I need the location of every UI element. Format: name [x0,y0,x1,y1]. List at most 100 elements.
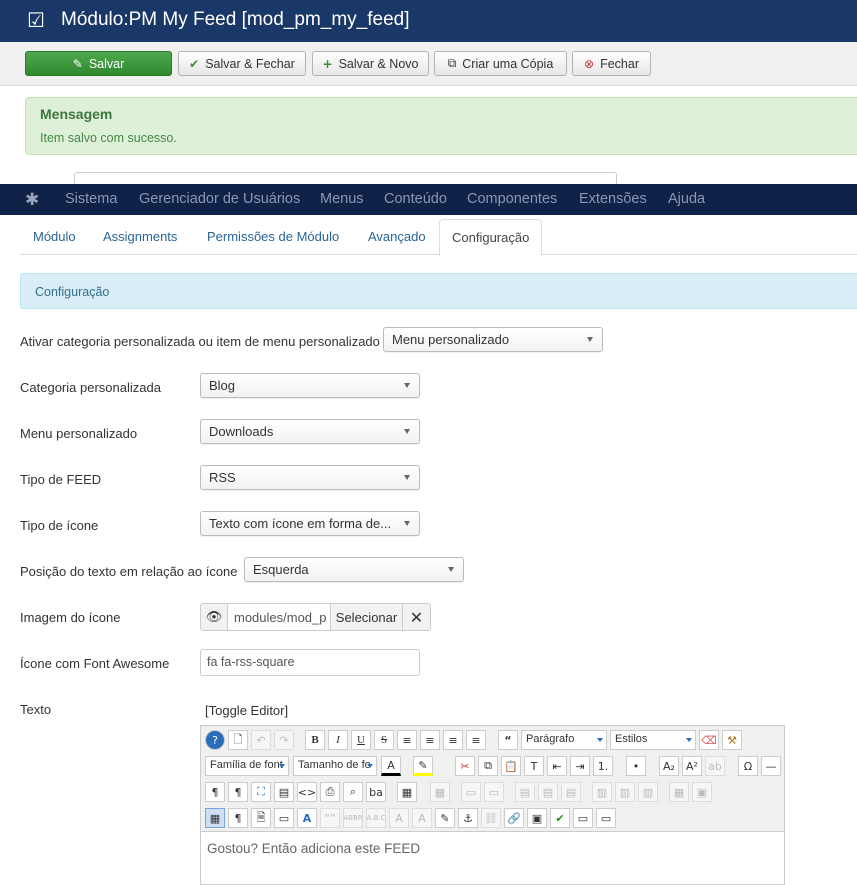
row-before-icon[interactable]: ▤ [515,782,535,802]
merge-cells-icon[interactable]: ▣ [692,782,712,802]
cite-icon[interactable]: “” [320,808,340,828]
save-icon[interactable]: ▭ [274,808,294,828]
bold-icon[interactable]: B [305,730,325,750]
copy-icon[interactable]: ⧉ [478,756,498,776]
align-right-icon[interactable]: ≡ [466,730,486,750]
attributes-icon[interactable]: ✎ [435,808,455,828]
eraser-icon[interactable]: ⌫ [699,730,719,750]
rtl-icon[interactable]: ¶ [228,782,248,802]
copy-button[interactable]: ⧉ Criar uma Cópia [434,51,567,76]
styles-select[interactable]: Estilos [610,730,696,750]
select-image-button[interactable]: Selecionar [331,603,403,631]
nav-item-menus[interactable]: Menus [320,191,364,207]
special-char-icon[interactable]: Ω [738,756,758,776]
row-after-icon[interactable]: ▤ [538,782,558,802]
save-close-button[interactable]: ✔ Salvar & Fechar [178,51,306,76]
clear-image-icon[interactable]: ✕ [403,603,431,631]
nav-item-components[interactable]: Componentes [467,191,557,207]
underline-icon[interactable]: U [351,730,371,750]
tab-configuration[interactable]: Configuração [439,219,543,256]
align-left-icon[interactable]: ≡ [443,730,463,750]
category-select[interactable]: Blog [200,373,420,398]
replace-icon[interactable]: ba [366,782,386,802]
insertion-icon[interactable]: A [412,808,432,828]
new-document-icon[interactable]: 🗋 [228,730,248,750]
language-icon[interactable]: ab [705,756,725,776]
link-icon[interactable]: 🔗 [504,808,524,828]
save-new-button[interactable]: + Salvar & Novo [312,51,429,76]
menu-select[interactable]: Downloads [200,419,420,444]
superscript-icon[interactable]: A² [682,756,702,776]
strikethrough-icon[interactable]: S [374,730,394,750]
highlight-color-icon[interactable]: ✎ [413,756,433,776]
editor-content[interactable]: Gostou? Então adiciona este FEED [207,841,420,856]
numbered-list-icon[interactable]: 1. [593,756,613,776]
delete-col-icon[interactable]: ▥ [638,782,658,802]
help-icon[interactable]: ? [205,730,225,750]
readmore-icon[interactable]: ▭ [596,808,616,828]
format-select[interactable]: Parágrafo [521,730,607,750]
unlink-icon[interactable]: ⛓ [481,808,501,828]
visual-aid-icon[interactable]: ▦ [205,808,225,828]
anchor-icon[interactable]: ⚓ [458,808,478,828]
font-family-select[interactable]: Família de font [205,756,289,776]
undo-icon[interactable]: ↶ [251,730,271,750]
nav-item-help[interactable]: Ajuda [668,191,705,207]
abbr-icon[interactable]: ABBR [343,808,363,828]
template-icon[interactable]: ▤ [274,782,294,802]
horizontal-rule-icon[interactable]: — [761,756,781,776]
delete-row-icon[interactable]: ▤ [561,782,581,802]
table-row-props-icon[interactable]: ▭ [461,782,481,802]
paste-icon[interactable]: 📋 [501,756,521,776]
ltr-icon[interactable]: ¶ [205,782,225,802]
italic-icon[interactable]: I [328,730,348,750]
fullscreen-icon[interactable]: ⛶ [251,782,271,802]
nav-item-extensions[interactable]: Extensões [579,191,647,207]
align-center-icon[interactable]: ≡ [420,730,440,750]
blockquote-icon[interactable]: “ [498,730,518,750]
delete-table-icon[interactable]: ▦ [430,782,450,802]
cut-icon[interactable]: ✂ [455,756,475,776]
code-icon[interactable]: <> [297,782,317,802]
tab-module[interactable]: Módulo [21,219,88,255]
outdent-icon[interactable]: ⇤ [547,756,567,776]
split-cells-icon[interactable]: ▦ [669,782,689,802]
subscript-icon[interactable]: A₂ [659,756,679,776]
text-color-icon[interactable]: A [381,756,401,776]
print-icon[interactable]: ⎙ [320,782,340,802]
table-cell-props-icon[interactable]: ▭ [484,782,504,802]
font-size-select[interactable]: Tamanho de fo [293,756,377,776]
activate-select[interactable]: Menu personalizado [383,327,603,352]
indent-icon[interactable]: ⇥ [570,756,590,776]
icon-image-path[interactable]: modules/mod_p [228,603,331,631]
nav-item-system[interactable]: Sistema [65,191,117,207]
close-button[interactable]: ⊗ Fechar [572,51,651,76]
redo-icon[interactable]: ↷ [274,730,294,750]
pagebreak-icon[interactable]: ▭ [573,808,593,828]
align-justify-icon[interactable]: ≡ [397,730,417,750]
insert-file-icon[interactable]: 🗎 [251,808,271,828]
tab-permissions[interactable]: Permissões de Módulo [195,219,351,255]
text-position-select[interactable]: Esquerda [244,557,464,582]
spellcheck-icon[interactable]: ✔ [550,808,570,828]
image-icon[interactable]: ▣ [527,808,547,828]
nav-item-content[interactable]: Conteúdo [384,191,447,207]
acronym-icon[interactable]: A.B.C [366,808,386,828]
tab-assignments[interactable]: Assignments [91,219,189,255]
col-after-icon[interactable]: ▥ [615,782,635,802]
fa-icon-input[interactable]: fa fa-rss-square [200,649,420,676]
deletion-icon[interactable]: A [389,808,409,828]
tab-advanced[interactable]: Avançado [356,219,438,255]
joomla-logo-icon[interactable]: ✱ [25,190,39,210]
col-before-icon[interactable]: ▥ [592,782,612,802]
toggle-editor-link[interactable]: [Toggle Editor] [205,703,288,718]
bullet-list-icon[interactable]: • [626,756,646,776]
clean-format-icon[interactable]: ⚒ [722,730,742,750]
search-icon[interactable]: ⌕ [343,782,363,802]
preview-eye-icon[interactable]: 👁 [200,603,228,631]
nav-item-users[interactable]: Gerenciador de Usuários [139,191,300,207]
show-blocks-icon[interactable]: ¶ [228,808,248,828]
feed-type-select[interactable]: RSS [200,465,420,490]
paste-text-icon[interactable]: T [524,756,544,776]
styleprops-icon[interactable]: A [297,808,317,828]
